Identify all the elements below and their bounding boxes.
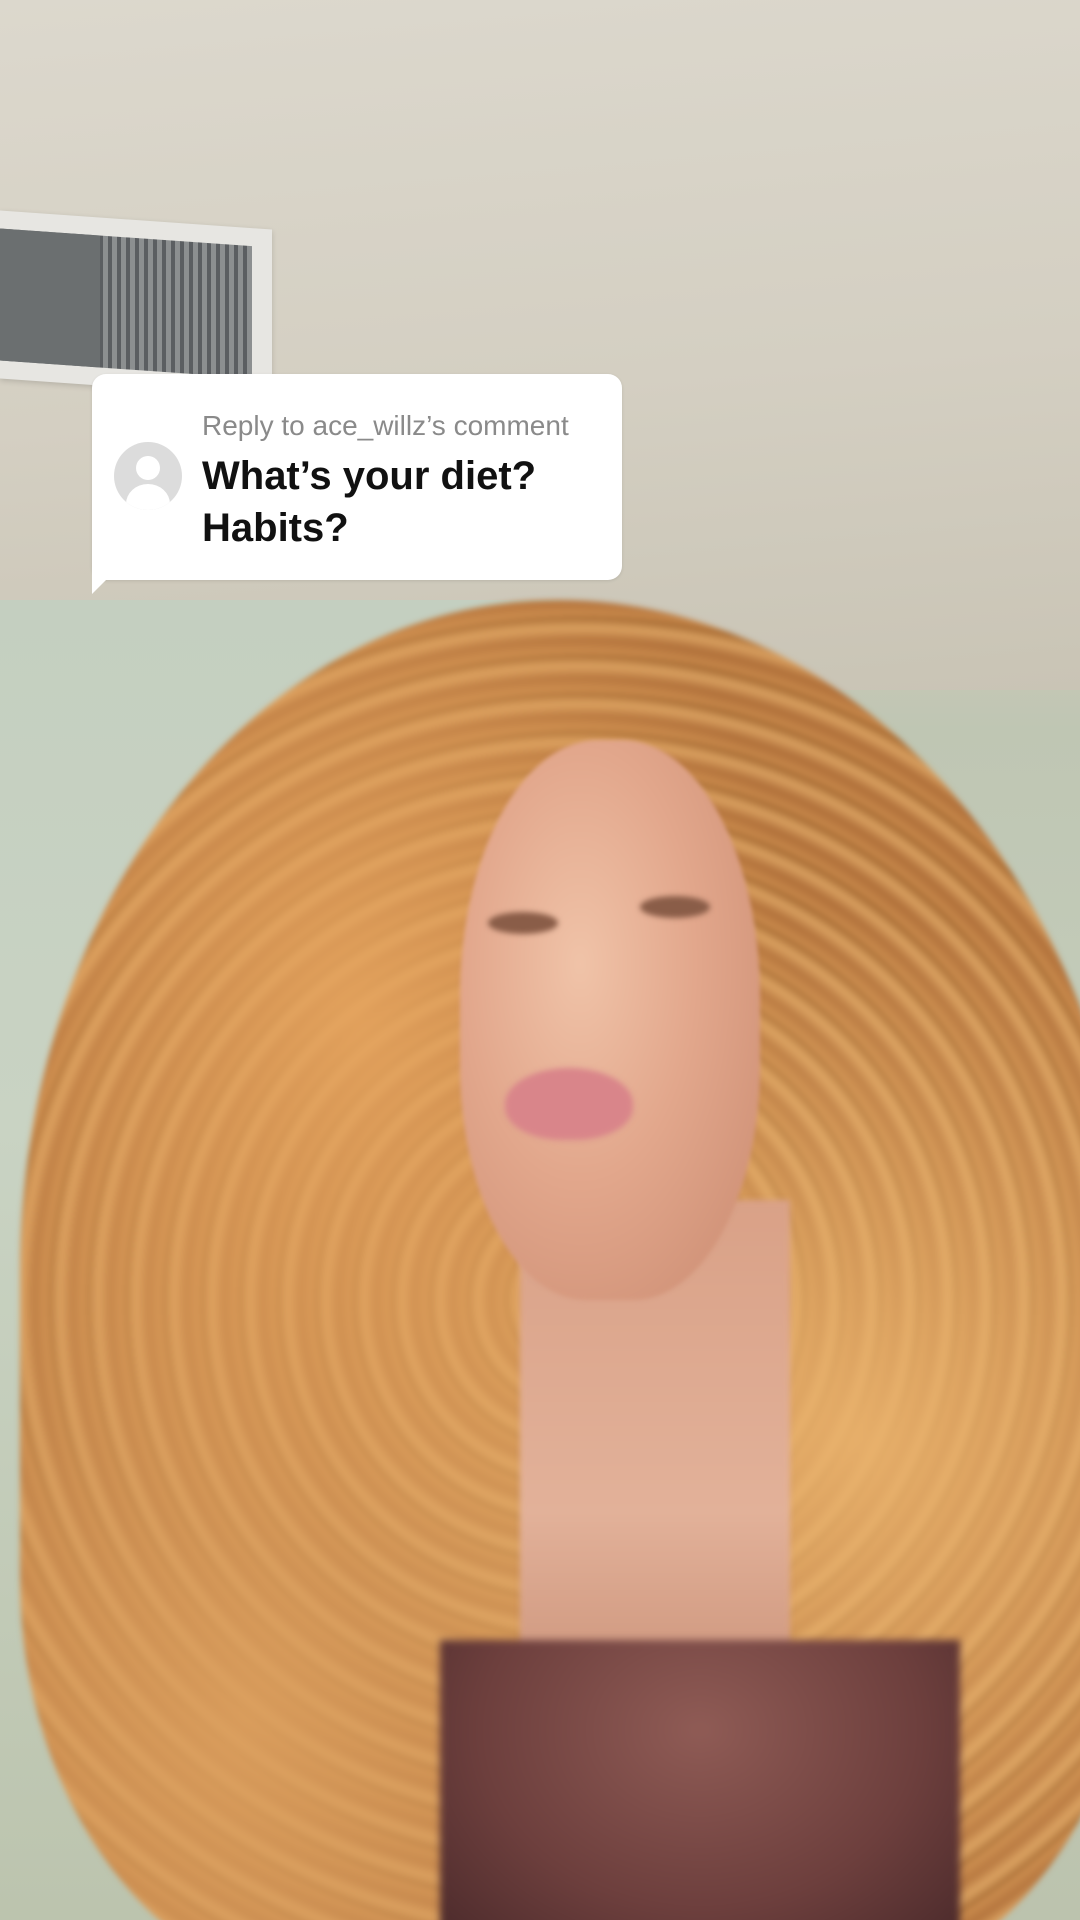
left-eye	[488, 912, 558, 934]
avatar-head-shape	[136, 456, 160, 480]
avatar-body-shape	[126, 484, 170, 510]
vent-grille	[0, 228, 252, 379]
default-user-avatar-icon[interactable]	[114, 442, 182, 510]
face	[460, 740, 760, 1300]
comment-line-2: Habits?	[202, 506, 349, 550]
lips	[505, 1068, 633, 1140]
vent-shadow	[0, 228, 100, 368]
reply-label: Reply to ace_willz’s comment	[202, 410, 569, 441]
sticker-tail	[92, 564, 122, 594]
reply-comment-text: What’s your diet? Habits?	[202, 450, 602, 554]
reply-comment-sticker[interactable]: Reply to ace_willz’s comment What’s your…	[92, 374, 622, 594]
air-vent	[0, 210, 272, 398]
video-frame[interactable]	[0, 0, 1080, 1920]
right-eye	[640, 896, 710, 918]
shirt	[440, 1640, 960, 1920]
comment-line-1: What’s your diet?	[202, 454, 537, 498]
